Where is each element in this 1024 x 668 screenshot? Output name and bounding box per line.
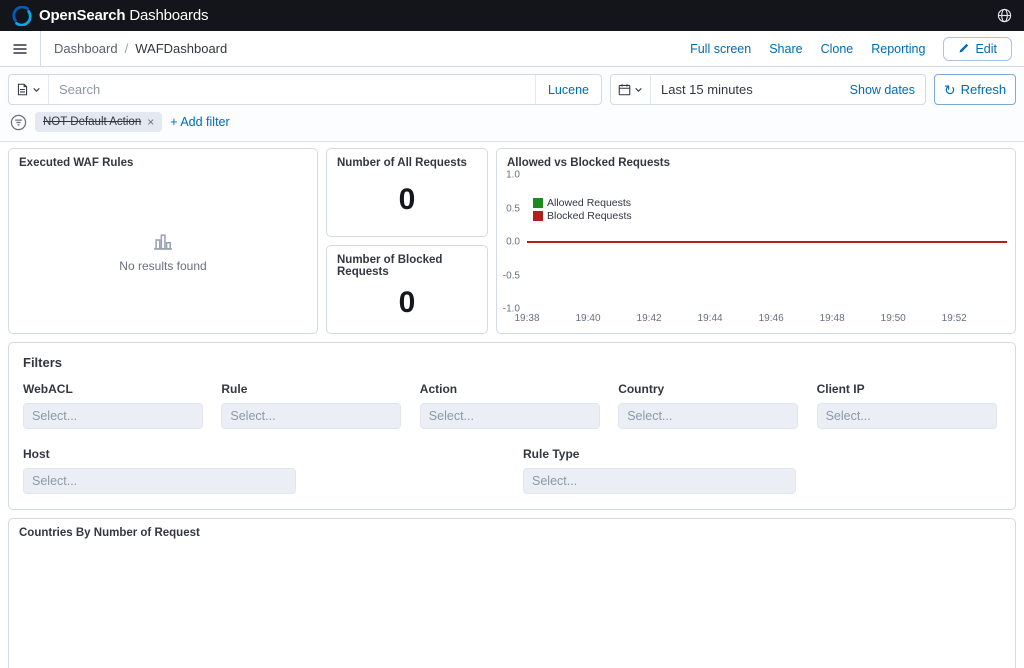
country-select[interactable] (618, 403, 798, 429)
panel-title: Countries By Number of Request (9, 519, 1015, 539)
date-picker: Last 15 minutes Show dates (610, 74, 926, 105)
panel-title: Number of Blocked Requests (327, 246, 487, 278)
x-tick: 19:38 (514, 313, 539, 324)
chevron-down-icon (634, 85, 643, 94)
query-language-button[interactable]: Lucene (535, 75, 601, 104)
breadcrumb-separator: / (125, 41, 129, 56)
app-logo[interactable]: OpenSearchDashboards (12, 6, 208, 26)
nav-actions: Full screen Share Clone Reporting Edit (690, 37, 1024, 61)
calendar-menu-button[interactable] (611, 75, 651, 104)
panel-allowed-vs-blocked: Allowed vs Blocked Requests 1.0 0.5 0.0 … (496, 148, 1016, 334)
field-rule-type: Rule Type (523, 447, 796, 494)
breadcrumb-dashboard[interactable]: Dashboard (54, 41, 118, 56)
filter-options-icon[interactable] (10, 114, 27, 131)
breadcrumb: Dashboard / WAFDashboard (54, 41, 227, 56)
panel-number-of-blocked-requests: Number of Blocked Requests 0 (326, 245, 488, 334)
x-tick: 19:52 (942, 313, 967, 324)
action-select[interactable] (420, 403, 600, 429)
breadcrumb-current: WAFDashboard (135, 41, 227, 56)
empty-state-text: No results found (119, 259, 206, 273)
full-screen-link[interactable]: Full screen (690, 42, 751, 56)
query-section: Lucene Last 15 minutes Show dates ↻ Refr… (0, 67, 1024, 142)
x-tick: 19:44 (698, 313, 723, 324)
filter-pill-not-default-action[interactable]: NOT Default Action × (35, 112, 162, 132)
client-ip-select[interactable] (817, 403, 997, 429)
y-tick: 0.0 (506, 237, 520, 248)
app-title: OpenSearchDashboards (39, 7, 208, 24)
y-tick: -0.5 (503, 270, 520, 281)
clone-link[interactable]: Clone (821, 42, 854, 56)
rule-type-select[interactable] (523, 468, 796, 494)
calendar-icon (618, 83, 631, 96)
y-tick: 1.0 (506, 170, 520, 181)
field-host: Host (23, 447, 296, 494)
field-client-ip: Client IP (817, 382, 1001, 429)
show-dates-link[interactable]: Show dates (850, 75, 925, 104)
empty-state: No results found (9, 169, 317, 333)
field-country: Country (618, 382, 802, 429)
opensearch-logo-icon (12, 6, 32, 26)
saved-query-menu-button[interactable] (9, 75, 49, 104)
x-tick: 19:48 (820, 313, 845, 324)
x-axis: 19:38 19:40 19:42 19:44 19:46 19:48 19:5… (527, 309, 1007, 325)
pencil-icon (958, 43, 969, 54)
globe-icon[interactable] (997, 8, 1012, 23)
refresh-icon: ↻ (944, 83, 956, 97)
field-rule: Rule (221, 382, 405, 429)
menu-icon[interactable] (0, 31, 41, 66)
rule-select[interactable] (221, 403, 401, 429)
metric-value-all-requests: 0 (327, 169, 487, 236)
panel-title: Filters (23, 355, 1001, 370)
nav-bar: Dashboard / WAFDashboard Full screen Sha… (0, 31, 1024, 67)
legend-item-blocked[interactable]: Blocked Requests (533, 210, 632, 222)
share-link[interactable]: Share (769, 42, 802, 56)
x-tick: 19:40 (575, 313, 600, 324)
y-tick: 0.5 (506, 203, 520, 214)
refresh-button[interactable]: ↻ Refresh (934, 74, 1016, 105)
y-axis: 1.0 0.5 0.0 -0.5 -1.0 (497, 175, 527, 309)
panel-title: Number of All Requests (327, 149, 487, 169)
time-range-value[interactable]: Last 15 minutes (651, 75, 753, 104)
close-icon[interactable]: × (147, 115, 154, 129)
legend-swatch-allowed (533, 198, 543, 208)
x-tick: 19:46 (759, 313, 784, 324)
field-action: Action (420, 382, 604, 429)
legend-swatch-blocked (533, 211, 543, 221)
app-header: OpenSearchDashboards (0, 0, 1024, 31)
panel-title: Executed WAF Rules (9, 149, 317, 169)
panel-title: Allowed vs Blocked Requests (497, 149, 1015, 169)
reporting-link[interactable]: Reporting (871, 42, 925, 56)
search-bar: Lucene (8, 74, 602, 105)
webacl-select[interactable] (23, 403, 203, 429)
metric-value-blocked-requests: 0 (327, 278, 487, 333)
panel-executed-waf-rules: Executed WAF Rules No results found (8, 148, 318, 334)
panel-filters: Filters WebACL Rule Action Country Clien… (8, 342, 1016, 510)
chart-legend: Allowed Requests Blocked Requests (533, 197, 632, 222)
line-chart: 1.0 0.5 0.0 -0.5 -1.0 Allowed Requests (497, 175, 1015, 325)
host-select[interactable] (23, 468, 296, 494)
filter-bar: NOT Default Action × + Add filter (8, 105, 1016, 141)
add-filter-link[interactable]: + Add filter (170, 115, 229, 129)
x-tick: 19:42 (637, 313, 662, 324)
field-webacl: WebACL (23, 382, 207, 429)
blocked-requests-series-line (527, 241, 1007, 243)
saved-query-icon (16, 83, 29, 96)
edit-button[interactable]: Edit (943, 37, 1012, 61)
legend-item-allowed[interactable]: Allowed Requests (533, 197, 632, 209)
chevron-down-icon (32, 85, 41, 94)
x-tick: 19:50 (881, 313, 906, 324)
bar-chart-icon (152, 229, 174, 251)
panel-number-of-all-requests: Number of All Requests 0 (326, 148, 488, 237)
search-input[interactable] (49, 75, 535, 104)
panel-countries-by-request: Countries By Number of Request (8, 518, 1016, 668)
plot-area: Allowed Requests Blocked Requests (527, 175, 1007, 309)
dashboard-grid: Executed WAF Rules No results found Numb… (0, 142, 1024, 668)
